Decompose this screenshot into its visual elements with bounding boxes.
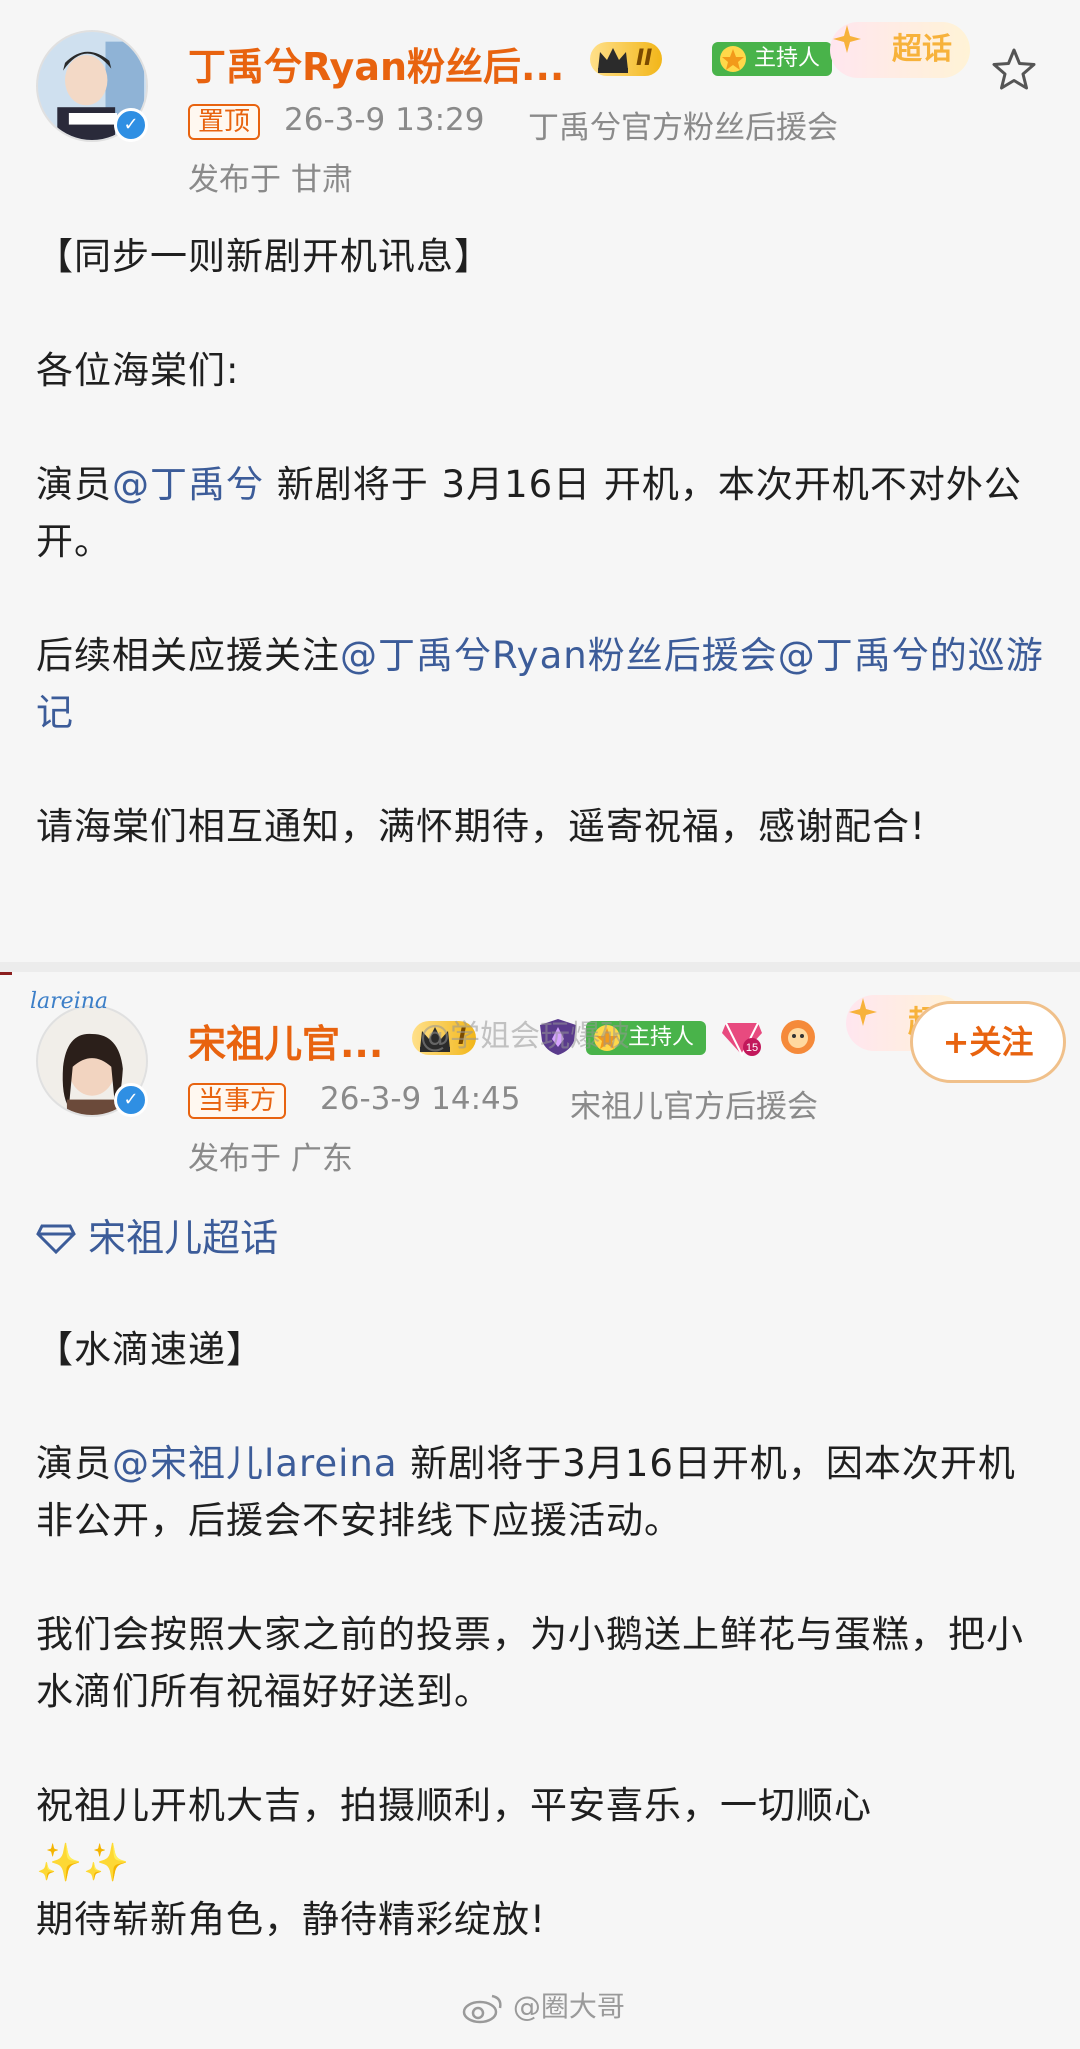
role-tag: 当事方 — [188, 1083, 287, 1119]
post-paragraph: 演员@宋祖儿lareina 新剧将于3月16日开机，因本次开机非公开，后援会不安… — [36, 1435, 1046, 1549]
post-location: 发布于 甘肃 — [188, 162, 353, 198]
mention-link[interactable]: @丁禹兮 — [112, 463, 264, 506]
mention-link[interactable]: @丁禹兮Ryan粉丝后援会 — [340, 634, 778, 677]
post-paragraph: 演员@丁禹兮 新剧将于 3月16日 开机，本次开机不对外公开。 — [36, 456, 1046, 570]
paragraph-text: 祝祖儿开机大吉，拍摄顺利，平安喜乐，一切顺心 — [36, 1784, 872, 1827]
verified-icon: ✓ — [114, 108, 148, 142]
footer-watermark: @圈大哥 — [462, 1985, 625, 2025]
favorite-star-icon[interactable] — [990, 46, 1038, 94]
post-datetime: 26-3-9 14:45 — [320, 1081, 521, 1117]
username[interactable]: 丁禹兮Ryan粉丝后... — [188, 36, 564, 91]
post-card: ✓ 丁禹兮Ryan粉丝后... II 主持人 11 超话 置顶 26-3-9 1… — [0, 0, 1080, 960]
lion-badge-icon — [781, 1020, 815, 1054]
diamond-topic-icon — [36, 1224, 76, 1255]
post-paragraph: 请海棠们相互通知，满怀期待，遥寄祝福，感谢配合! — [36, 798, 1046, 855]
post-paragraph: 祝祖儿开机大吉，拍摄顺利，平安喜乐，一切顺心 ✨✨ 期待崭新角色，静待精彩绽放! — [36, 1777, 1046, 1948]
mention-link[interactable]: @宋祖儿lareina — [112, 1442, 398, 1485]
post-paragraph: 我们会按照大家之前的投票，为小鹅送上鲜花与蛋糕，把小水滴们所有祝福好好送到。 — [36, 1606, 1046, 1720]
paragraph-text: 各位海棠们: — [36, 349, 240, 392]
super-topic-label: 超话 — [892, 32, 952, 67]
super-topic-tag[interactable]: 超话 — [830, 22, 970, 78]
weibo-icon — [462, 1994, 502, 2024]
post-body: 【水滴速递】演员@宋祖儿lareina 新剧将于3月16日开机，因本次开机非公开… — [36, 1321, 1046, 1948]
post-paragraph: 后续相关应援关注@丁禹兮Ryan粉丝后援会@丁禹兮的巡游记 — [36, 627, 1046, 741]
level-badge-label: II — [636, 46, 653, 71]
post-body: 【同步一则新剧开机讯息】 各位海棠们: 演员@丁禹兮 新剧将于 3月16日 开机，本… — [36, 228, 1046, 855]
topic-label: 宋祖儿超话 — [88, 1216, 279, 1260]
paragraph-text: 演员 — [36, 463, 112, 506]
paragraph-text: 请海棠们相互通知，满怀期待，遥寄祝福，感谢配合! — [36, 805, 926, 848]
post-paragraph: 各位海棠们: — [36, 342, 1046, 399]
sparkle-icon — [849, 998, 877, 1026]
crown-icon — [598, 48, 628, 73]
gem-level-icon: 15 — [722, 1022, 762, 1057]
host-badge-label: 主持人 — [754, 46, 821, 71]
host-star-icon — [720, 46, 746, 72]
paragraph-text: 【水滴速递】 — [36, 1328, 264, 1371]
host-badge: 主持人 — [712, 42, 833, 76]
topic-link[interactable]: 宋祖儿超话 — [36, 1207, 278, 1262]
paragraph-text: 期待崭新角色，静待精彩绽放! — [36, 1898, 546, 1941]
level-badge: II — [590, 42, 663, 76]
svg-text:15: 15 — [746, 1042, 758, 1054]
post-paragraph: 【同步一则新剧开机讯息】 — [36, 228, 1046, 285]
paragraph-text: 后续相关应援关注 — [36, 634, 340, 677]
post-source: 宋祖儿官方后援会 — [570, 1089, 818, 1125]
sparkle-icon — [833, 25, 861, 53]
post-source: 丁禹兮官方粉丝后援会 — [528, 110, 838, 146]
overlay-watermark: @学姐会玩爆破 — [420, 1019, 630, 1054]
footer-watermark-label: @圈大哥 — [512, 1990, 625, 2023]
username[interactable]: 宋祖儿官... — [188, 1013, 383, 1068]
pinned-tag: 置顶 — [188, 104, 261, 140]
follow-button[interactable]: +关注 — [910, 1001, 1066, 1083]
paragraph-text: 我们会按照大家之前的投票，为小鹅送上鲜花与蛋糕，把小水滴们所有祝福好好送到。 — [36, 1613, 1024, 1713]
post-card: lareina ✓ 宋祖儿官... I 主持人 15 超 — [0, 975, 1080, 2049]
verified-icon: ✓ — [114, 1083, 148, 1117]
avatar-script-label: lareina — [30, 989, 109, 1014]
post-datetime: 26-3-9 13:29 — [284, 102, 485, 138]
host-badge-label: 主持人 — [628, 1025, 695, 1050]
paragraph-text: 演员 — [36, 1442, 112, 1485]
post-location: 发布于 广东 — [188, 1141, 353, 1177]
paragraph-text: 【同步一则新剧开机讯息】 — [36, 235, 492, 278]
post-paragraph: 【水滴速递】 — [36, 1321, 1046, 1378]
paragraph-text: ✨✨ — [36, 1841, 131, 1884]
post-divider — [0, 962, 1080, 972]
